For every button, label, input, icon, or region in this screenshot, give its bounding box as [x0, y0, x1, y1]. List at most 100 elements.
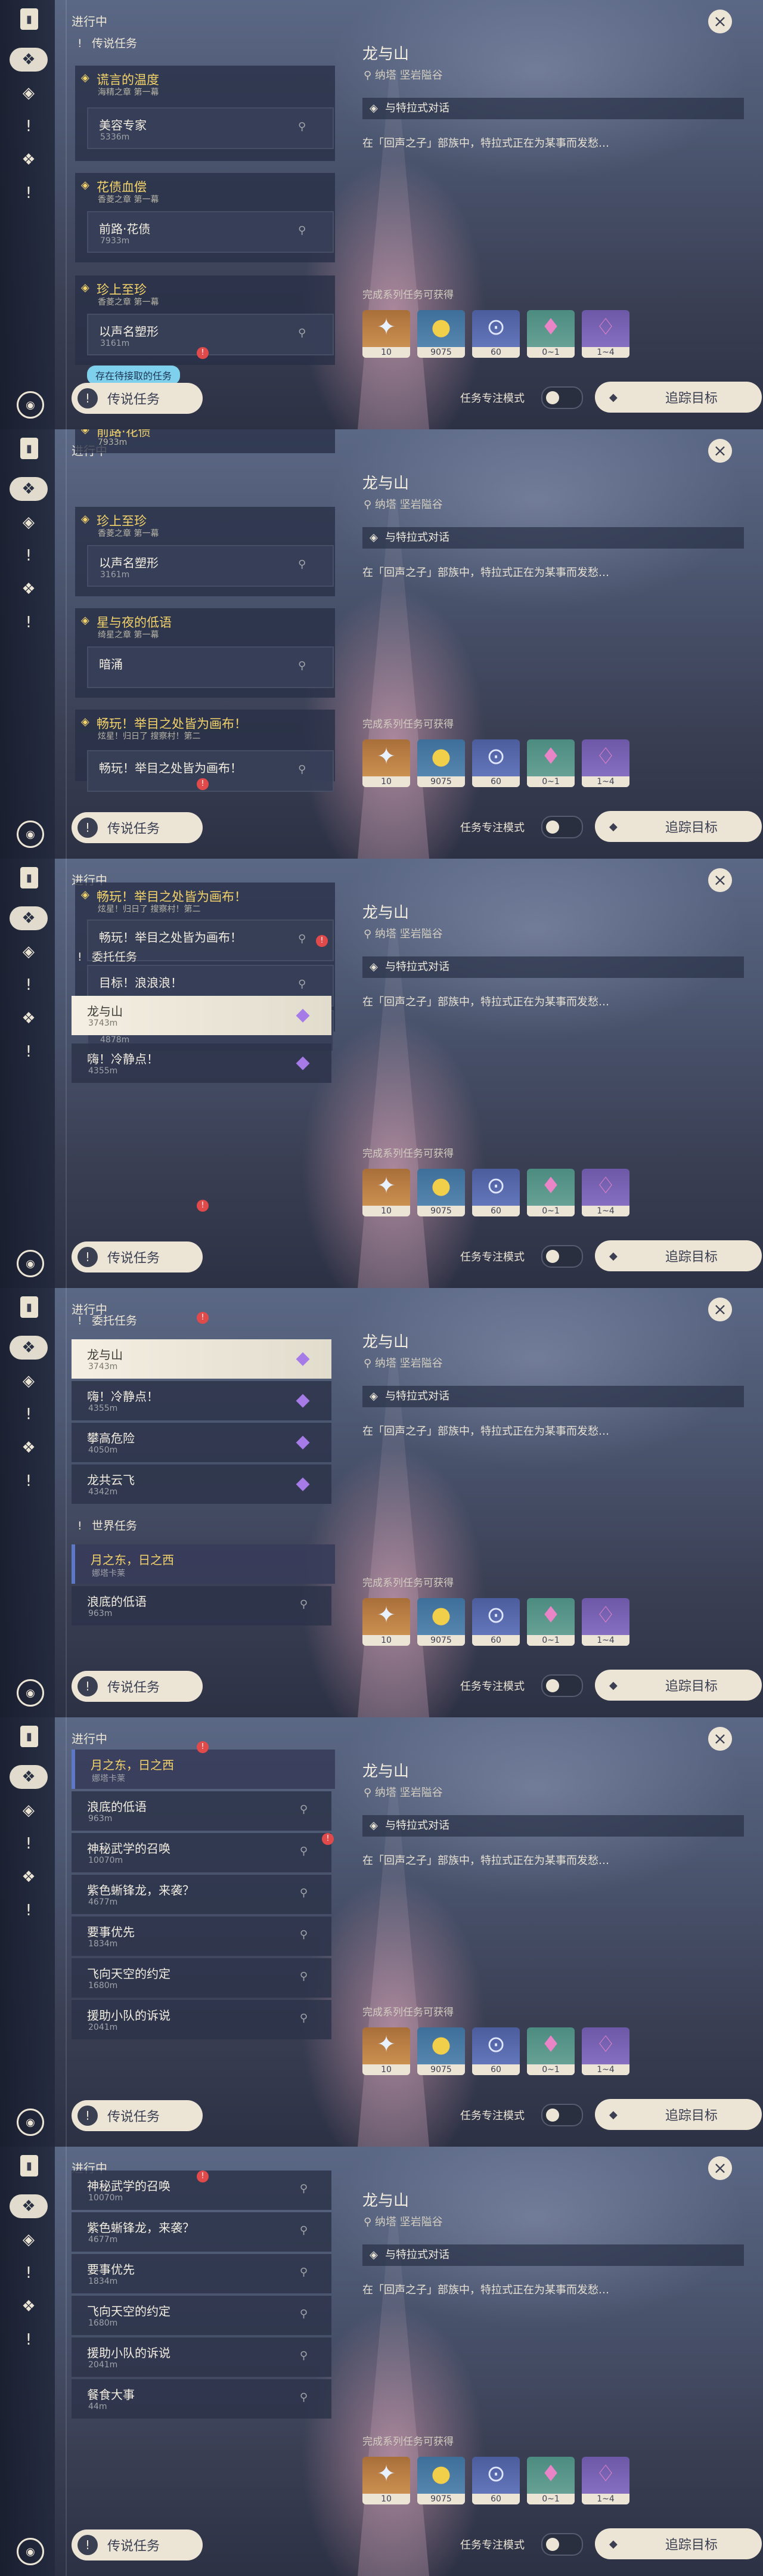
quest-group[interactable]: ◈ 畅玩！举目之处皆为画布！ 炫星！归日了 搜察村！第二 畅玩！举目之处皆为画布！ ⚲ [75, 710, 335, 792]
legend-quest-button[interactable]: ! 传说任务 [72, 1241, 203, 1272]
all-quests-icon[interactable]: ❖ [10, 477, 48, 501]
camera-icon[interactable]: ◉ [17, 1250, 44, 1277]
archon-quest-icon[interactable]: ◈ [17, 940, 41, 964]
reward-item[interactable]: ⊙ 60 [472, 739, 520, 787]
close-icon[interactable]: × [708, 1727, 732, 1751]
all-quests-icon[interactable]: ❖ [10, 1765, 48, 1789]
world-quest-icon[interactable]: ❖ [17, 148, 41, 172]
reward-item[interactable]: ● 9075 [417, 2027, 465, 2075]
focus-mode-toggle[interactable] [541, 1674, 583, 1697]
track-target-button[interactable]: ◆ 追踪目标 [595, 2528, 762, 2559]
current-objective[interactable]: ◈ 与特拉式对话 [362, 1386, 744, 1407]
quest-list-item[interactable]: 浪底的低语 963m ⚲ [72, 1586, 331, 1626]
focus-mode-toggle[interactable] [541, 2104, 583, 2126]
quest-list-item[interactable]: 嗨！冷静点！ 4355m ◆ [72, 1381, 331, 1420]
current-objective[interactable]: ◈ 与特拉式对话 [362, 98, 744, 119]
world-quest-icon[interactable]: ❖ [17, 577, 41, 601]
legend-quest-button[interactable]: ! 传说任务 [72, 383, 203, 414]
focus-mode-toggle[interactable] [541, 2533, 583, 2556]
quest-list-item[interactable]: 飞向天空的约定 1680m ⚲ [72, 2296, 331, 2335]
world-quest-icon[interactable]: ❖ [17, 1436, 41, 1460]
reward-item[interactable]: ● 9075 [417, 1598, 465, 1646]
close-icon[interactable]: × [708, 10, 732, 33]
focus-mode-toggle[interactable] [541, 816, 583, 838]
reward-item[interactable]: ✦ 10 [362, 2457, 410, 2504]
reward-item[interactable]: ♢ 1~4 [582, 310, 629, 358]
quest-list-item[interactable]: 要事优先 1834m ⚲ [72, 2254, 331, 2293]
reward-item[interactable]: ♢ 1~4 [582, 1169, 629, 1216]
close-icon[interactable]: × [708, 2156, 732, 2180]
reward-item[interactable]: ♦ 0~1 [527, 739, 575, 787]
reward-item[interactable]: ♢ 1~4 [582, 2027, 629, 2075]
quest-book-icon[interactable]: ▮ [20, 1296, 38, 1318]
current-objective[interactable]: ◈ 与特拉式对话 [362, 1815, 744, 1837]
world-quest-item[interactable]: 月之东，日之西 娜塔卡莱 [72, 1544, 335, 1584]
quest-book-icon[interactable]: ▮ [20, 2155, 38, 2176]
reward-item[interactable]: ✦ 10 [362, 739, 410, 787]
current-objective[interactable]: ◈ 与特拉式对话 [362, 2244, 744, 2266]
reward-item[interactable]: ● 9075 [417, 310, 465, 358]
reward-item[interactable]: ♢ 1~4 [582, 1598, 629, 1646]
legend-quest-button[interactable]: ! 传说任务 [72, 1671, 203, 1702]
camera-icon[interactable]: ◉ [17, 2109, 44, 2136]
legend-quest-icon[interactable]: ! [17, 544, 41, 568]
reward-item[interactable]: ♢ 1~4 [582, 2457, 629, 2504]
quest-list-item[interactable]: 要事优先 1834m ⚲ [72, 1916, 331, 1956]
quest-list-item[interactable]: 紫色蜥锋龙，来袭？ 4677m ⚲ [72, 1875, 331, 1914]
track-target-button[interactable]: ◆ 追踪目标 [595, 382, 762, 413]
reward-item[interactable]: ⊙ 60 [472, 2027, 520, 2075]
commission-quest-icon[interactable]: ! [17, 611, 41, 634]
reward-item[interactable]: ● 9075 [417, 739, 465, 787]
close-icon[interactable]: × [708, 1298, 732, 1321]
reward-item[interactable]: ♢ 1~4 [582, 739, 629, 787]
quest-list-item[interactable]: 神秘武学的召唤 10070m ⚲ [72, 1833, 331, 1872]
reward-item[interactable]: ⊙ 60 [472, 310, 520, 358]
archon-quest-icon[interactable]: ◈ [17, 1369, 41, 1393]
reward-item[interactable]: ⊙ 60 [472, 1169, 520, 1216]
reward-item[interactable]: ✦ 10 [362, 310, 410, 358]
focus-mode-toggle[interactable] [541, 1245, 583, 1268]
quest-step[interactable]: 前路·花债 7933m ⚲ [87, 211, 334, 253]
all-quests-icon[interactable]: ❖ [10, 1336, 48, 1360]
quest-list-item[interactable]: 龙与山 3743m ◆ [72, 996, 331, 1035]
camera-icon[interactable]: ◉ [17, 1679, 44, 1707]
quest-group[interactable]: ◈ 谎言的温度 海精之章 第一幕 美容专家 5336m ⚲ [75, 66, 335, 161]
archon-quest-icon[interactable]: ◈ [17, 510, 41, 534]
world-quest-icon[interactable]: ❖ [17, 1865, 41, 1889]
quest-step[interactable]: 暗涌 ⚲ [87, 646, 334, 688]
quest-book-icon[interactable]: ▮ [20, 438, 38, 459]
current-objective[interactable]: ◈ 与特拉式对话 [362, 956, 744, 978]
quest-list-item[interactable]: 飞向天空的约定 1680m ⚲ [72, 1958, 331, 1998]
reward-item[interactable]: ♦ 0~1 [527, 2027, 575, 2075]
close-icon[interactable]: × [708, 868, 732, 892]
quest-book-icon[interactable]: ▮ [20, 8, 38, 30]
reward-item[interactable]: ♦ 0~1 [527, 310, 575, 358]
commission-quest-icon[interactable]: ! [17, 1899, 41, 1922]
quest-group[interactable]: ◈ 星与夜的低语 绮星之章 第一幕 暗涌 ⚲ [75, 608, 335, 698]
quest-list-item[interactable]: 龙与山 3743m ◆ [72, 1339, 331, 1379]
track-target-button[interactable]: ◆ 追踪目标 [595, 2099, 762, 2130]
world-quest-icon[interactable]: ❖ [17, 2295, 41, 2318]
archon-quest-icon[interactable]: ◈ [17, 81, 41, 105]
quest-step[interactable]: 以声名塑形 3161m ⚲ [87, 314, 334, 355]
quest-list-item[interactable]: 餐食大事 44m ⚲ [72, 2379, 331, 2419]
close-icon[interactable]: × [708, 439, 732, 463]
legend-quest-button[interactable]: ! 传说任务 [72, 2529, 203, 2560]
current-objective[interactable]: ◈ 与特拉式对话 [362, 527, 744, 549]
quest-list-item[interactable]: 浪底的低语 963m ⚲ [72, 1791, 331, 1831]
camera-icon[interactable]: ◉ [17, 821, 44, 848]
archon-quest-icon[interactable]: ◈ [17, 1798, 41, 1822]
quest-step[interactable]: 美容专家 5336m ⚲ [87, 107, 334, 149]
legend-quest-icon[interactable]: ! [17, 973, 41, 997]
quest-list-item[interactable]: 嗨！冷静点！ 4355m ◆ [72, 1044, 331, 1083]
quest-book-icon[interactable]: ▮ [20, 1726, 38, 1747]
commission-quest-icon[interactable]: ! [17, 181, 41, 205]
quest-group[interactable]: ◈ 花债血偿 香菱之章 第一幕 前路·花债 7933m ⚲ [75, 173, 335, 262]
all-quests-icon[interactable]: ❖ [10, 906, 48, 930]
track-target-button[interactable]: ◆ 追踪目标 [595, 811, 762, 842]
camera-icon[interactable]: ◉ [17, 2538, 44, 2565]
reward-item[interactable]: ♦ 0~1 [527, 1169, 575, 1216]
commission-quest-icon[interactable]: ! [17, 1469, 41, 1493]
archon-quest-icon[interactable]: ◈ [17, 2228, 41, 2252]
focus-mode-toggle[interactable] [541, 386, 583, 409]
